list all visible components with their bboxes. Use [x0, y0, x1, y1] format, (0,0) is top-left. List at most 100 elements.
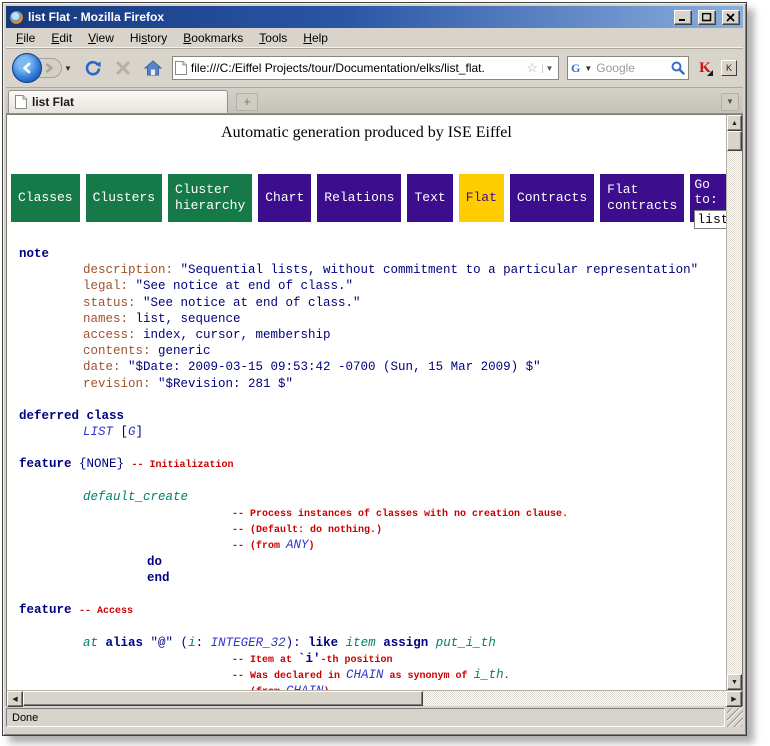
menu-edit[interactable]: Edit	[43, 29, 80, 47]
horizontal-scrollbar[interactable]: ◀ ▶	[6, 690, 743, 706]
menu-bookmarks[interactable]: Bookmarks	[175, 29, 251, 47]
code-token-f: default_create	[83, 490, 188, 504]
status-bar: Done	[6, 706, 743, 727]
scroll-left-button[interactable]: ◀	[7, 691, 23, 707]
back-arrow-icon	[20, 61, 34, 75]
maximize-icon	[702, 13, 712, 22]
code-token-k: assign	[383, 636, 428, 650]
code-token-t: revision:	[83, 377, 151, 391]
code-line: status: "See notice at end of class."	[15, 295, 726, 311]
horizontal-scroll-track[interactable]	[423, 691, 726, 706]
code-token-f: put_i_th	[436, 636, 496, 650]
url-text[interactable]: file:///C:/Eiffel Projects/tour/Document…	[191, 61, 522, 75]
maximize-button[interactable]	[698, 10, 716, 25]
menu-view[interactable]: View	[80, 29, 122, 47]
bookmark-star-icon[interactable]: ☆	[526, 60, 538, 76]
search-engine-dropdown-icon[interactable]: ▼	[582, 64, 594, 73]
code-token-r: -- (from	[232, 541, 286, 552]
code-line: feature -- Access	[15, 602, 726, 618]
code-token-c[interactable]: INTEGER_32	[211, 636, 286, 650]
nav-button-chart[interactable]: Chart	[258, 174, 311, 222]
horizontal-scroll-thumb[interactable]	[23, 691, 423, 706]
code-token-n: ):	[286, 636, 309, 650]
nav-button-cluster-hierarchy[interactable]: Cluster hierarchy	[168, 174, 252, 222]
code-token-rc[interactable]: CHAIN	[286, 684, 324, 690]
code-token-f: i	[188, 636, 196, 650]
code-token-rc[interactable]: CHAIN	[346, 668, 384, 682]
url-dropdown-icon[interactable]: ▼	[542, 64, 556, 73]
code-line	[15, 473, 726, 489]
goto-input[interactable]: list	[694, 210, 726, 229]
nav-button-text[interactable]: Text	[407, 174, 452, 222]
code-token-r: -- Item at	[232, 655, 298, 666]
code-token-k: do	[147, 555, 162, 569]
code-token-n: "$Revision: 281 $"	[151, 377, 294, 391]
code-token-k: feature	[19, 603, 72, 617]
code-token-n	[98, 636, 106, 650]
menu-tools[interactable]: Tools	[251, 29, 295, 47]
browser-window: list Flat - Mozilla Firefox FileEditView…	[2, 2, 747, 736]
address-bar[interactable]: file:///C:/Eiffel Projects/tour/Document…	[172, 56, 559, 80]
close-button[interactable]	[722, 10, 740, 25]
code-token-n: "See notice at end of class."	[136, 296, 361, 310]
code-token-n: index, cursor, membership	[136, 328, 331, 342]
scroll-down-button[interactable]: ▼	[727, 674, 742, 690]
menu-file[interactable]: File	[8, 29, 43, 47]
code-token-n: "@" (	[143, 636, 188, 650]
nav-button-classes[interactable]: Classes	[11, 174, 80, 222]
search-magnifier-icon[interactable]	[671, 61, 685, 75]
k-addon-button[interactable]: K	[721, 60, 737, 76]
nav-button-flat[interactable]: Flat	[459, 174, 504, 222]
stop-icon	[115, 60, 131, 76]
menu-help[interactable]: Help	[295, 29, 336, 47]
vertical-scroll-track[interactable]	[727, 151, 742, 674]
reload-button[interactable]	[82, 57, 104, 79]
code-token-c[interactable]: LIST	[83, 425, 113, 439]
home-button[interactable]	[142, 57, 164, 79]
code-token-n	[338, 636, 346, 650]
code-token-rc[interactable]: ANY	[286, 538, 309, 552]
code-line: access: index, cursor, membership	[15, 327, 726, 343]
code-token-t: legal:	[83, 279, 128, 293]
tab-list-flat[interactable]: list Flat	[8, 90, 228, 113]
vertical-scroll-thumb[interactable]	[727, 131, 742, 151]
nav-button-relations[interactable]: Relations	[317, 174, 401, 222]
home-icon	[144, 60, 162, 76]
search-input[interactable]: Google	[596, 61, 669, 75]
document-page: Automatic generation produced by ISE Eif…	[7, 115, 726, 690]
scroll-right-button[interactable]: ▶	[726, 691, 742, 707]
tab-favicon-icon	[15, 95, 27, 109]
list-all-tabs-button[interactable]: ▼	[721, 93, 739, 111]
code-line	[15, 586, 726, 602]
minimize-icon	[678, 13, 688, 22]
code-line: -- (from CHAIN)	[15, 683, 726, 690]
code-token-n: [	[113, 425, 128, 439]
nav-button-clusters[interactable]: Clusters	[86, 174, 162, 222]
code-token-n: ]	[136, 425, 144, 439]
nav-button-contracts[interactable]: Contracts	[510, 174, 594, 222]
new-tab-button[interactable]: +	[236, 93, 258, 111]
code-line: legal: "See notice at end of class."	[15, 278, 726, 294]
kaspersky-addon-icon[interactable]: K	[697, 60, 713, 76]
code-line: -- (from ANY)	[15, 537, 726, 553]
menu-history[interactable]: History	[122, 29, 175, 47]
stop-button[interactable]	[112, 57, 134, 79]
reload-icon	[84, 59, 102, 77]
vertical-scrollbar[interactable]: ▲ ▼	[726, 115, 742, 690]
scroll-up-button[interactable]: ▲	[727, 115, 742, 131]
history-dropdown-icon[interactable]: ▼	[62, 64, 74, 73]
code-token-c[interactable]: G	[128, 425, 136, 439]
menu-bar: FileEditViewHistoryBookmarksToolsHelp	[6, 28, 743, 48]
nav-button-flat-contracts[interactable]: Flat contracts	[600, 174, 684, 222]
minimize-button[interactable]	[674, 10, 692, 25]
code-token-n: "See notice at end of class."	[128, 279, 353, 293]
code-token-rf: i_th	[474, 668, 504, 682]
code-token-f: item	[346, 636, 376, 650]
code-token-r: -- (from	[232, 687, 286, 690]
tab-title: list Flat	[32, 95, 74, 109]
back-button[interactable]	[12, 53, 42, 83]
code-line: feature {NONE} -- Initialization	[15, 456, 726, 472]
resize-grip[interactable]	[727, 708, 743, 727]
code-line: description: "Sequential lists, without …	[15, 262, 726, 278]
search-box[interactable]: G ▼ Google	[567, 56, 689, 80]
